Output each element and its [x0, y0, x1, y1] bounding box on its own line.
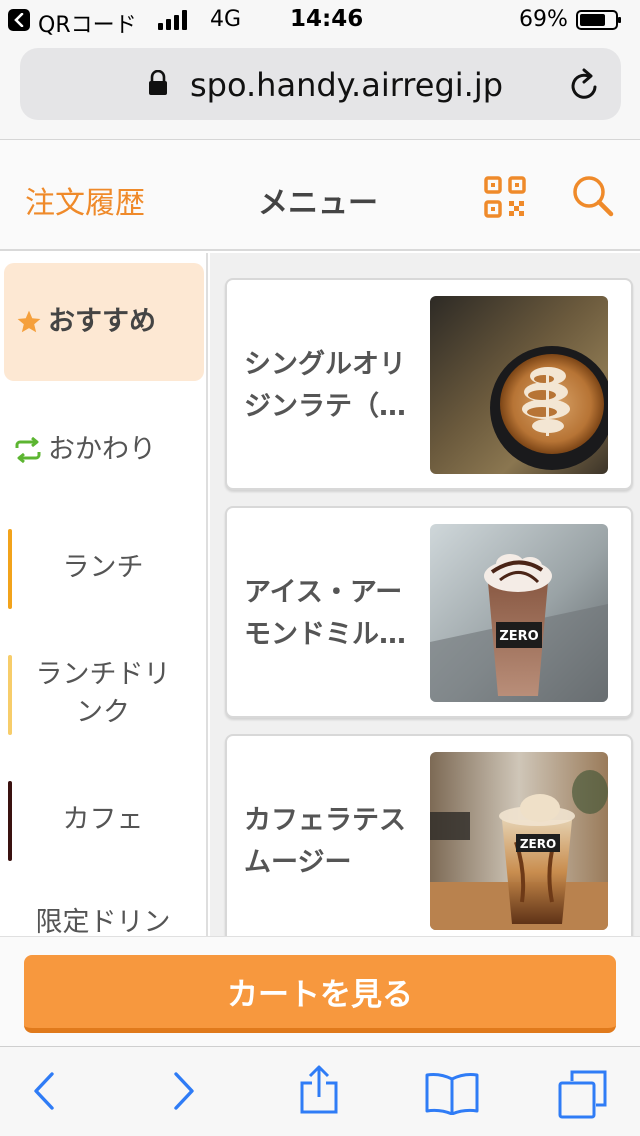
back-to-app-icon[interactable] — [8, 9, 30, 31]
cafe-latte-smoothie-photo: ZERO — [430, 752, 608, 930]
star-icon — [16, 309, 42, 335]
battery-percent: 69% — [519, 7, 568, 32]
back-icon[interactable] — [32, 1071, 56, 1111]
page-title: メニュー — [258, 186, 378, 221]
category-color-bar — [8, 529, 12, 609]
iced-chocolate-drink-photo: ZERO — [430, 524, 608, 702]
reload-icon[interactable] — [569, 68, 601, 102]
app-header: 注文履歴 メニュー — [0, 140, 640, 251]
menu-item-name: アイス・アーモンドミル… — [244, 577, 406, 650]
back-app-label[interactable]: QRコード — [38, 7, 137, 39]
category-item-lunch-drink[interactable]: ランチドリンク — [0, 651, 206, 737]
category-label: ランチ — [62, 552, 144, 583]
refresh-icon — [14, 437, 42, 463]
tabs-icon[interactable] — [558, 1069, 608, 1119]
category-item-limited-drink[interactable]: 限定ドリン — [0, 903, 206, 936]
category-label: ランチドリンク — [35, 659, 171, 728]
category-color-bar — [8, 655, 12, 735]
bookmarks-icon[interactable] — [424, 1071, 480, 1115]
battery-icon — [576, 10, 621, 30]
status-bar: QRコード 4G 14:46 69% — [0, 0, 640, 40]
share-icon[interactable] — [298, 1065, 340, 1115]
svg-text:ZERO: ZERO — [499, 629, 538, 644]
category-label: おすすめ — [48, 306, 156, 337]
category-color-bar — [8, 781, 12, 861]
forward-icon[interactable] — [172, 1071, 196, 1111]
search-icon[interactable] — [571, 174, 615, 218]
category-label: カフェ — [62, 804, 144, 835]
order-history-link[interactable]: 注文履歴 — [25, 178, 145, 222]
browser-address-area: spo.handy.airregi.jp — [0, 40, 640, 140]
svg-text:ZERO: ZERO — [520, 837, 556, 851]
category-sidebar: おすすめ おかわり ランチ ランチドリンク カフェ 限定ドリン — [0, 253, 208, 936]
network-type: 4G — [210, 7, 242, 32]
signal-strength-icon — [158, 10, 187, 30]
category-item-cafe[interactable]: カフェ — [0, 777, 206, 863]
category-label: おかわり — [48, 434, 156, 465]
category-item-recommended[interactable]: おすすめ — [4, 263, 204, 381]
category-item-refill[interactable]: おかわり — [0, 391, 206, 509]
cart-bar: カートを見る — [0, 936, 640, 1046]
category-label: 限定ドリン — [35, 907, 171, 936]
menu-item-name: シングルオリジンラテ（… — [244, 349, 406, 422]
menu-item-name: カフェラテスムージー — [244, 805, 406, 878]
clock: 14:46 — [290, 6, 364, 32]
url-text[interactable]: spo.handy.airregi.jp — [190, 66, 503, 104]
view-cart-button[interactable]: カートを見る — [24, 955, 616, 1033]
menu-item-card[interactable]: カフェラテスムージー ZERO — [225, 734, 633, 936]
lock-icon — [149, 70, 167, 95]
menu-item-card[interactable]: シングルオリジンラテ（… — [225, 278, 633, 490]
menu-item-card[interactable]: アイス・アーモンドミル… ZERO — [225, 506, 633, 718]
latte-art-photo — [430, 296, 608, 474]
address-bar[interactable]: spo.handy.airregi.jp — [20, 48, 621, 120]
browser-toolbar — [0, 1046, 640, 1136]
menu-item-list: シングルオリジンラテ（… アイス・アーモンドミル… ZERO カフェラテスムージ… — [210, 253, 640, 936]
qr-code-icon[interactable] — [484, 176, 526, 218]
category-item-lunch[interactable]: ランチ — [0, 525, 206, 611]
